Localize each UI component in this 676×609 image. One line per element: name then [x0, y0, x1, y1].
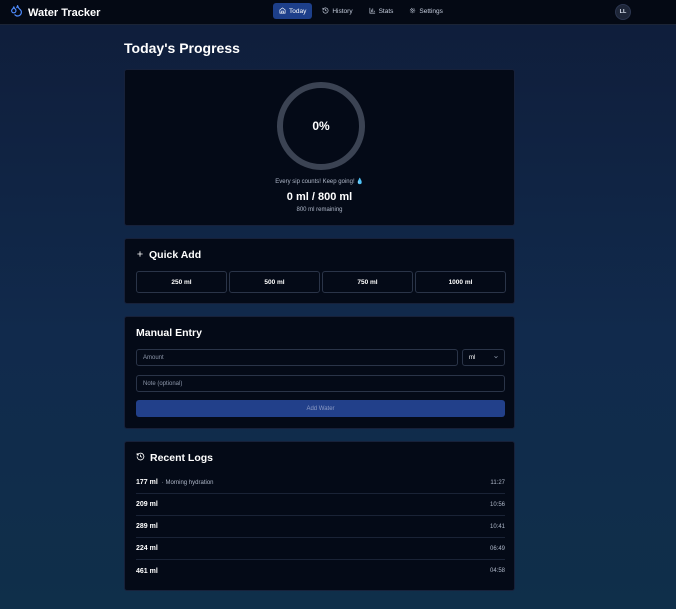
page-title: Today's Progress	[124, 40, 240, 56]
quick-add-750-button[interactable]: 750 ml	[322, 271, 413, 293]
log-time: 04:58	[489, 568, 505, 574]
droplets-icon	[10, 4, 23, 22]
chevron-down-icon	[493, 354, 499, 362]
top-navigation-bar: Water Tracker Today History Stats Settin…	[0, 0, 676, 25]
progress-card: 0% Every sip counts! Keep going! 💧 0 ml …	[124, 69, 515, 226]
log-item[interactable]: 209 ml 10:56	[136, 494, 505, 516]
log-time: 10:41	[489, 523, 505, 530]
brand[interactable]: Water Tracker	[10, 4, 100, 22]
log-amount: 177 ml	[136, 479, 158, 486]
tab-today[interactable]: Today	[273, 3, 313, 19]
log-amount: 209 ml	[136, 501, 158, 508]
plus-icon	[136, 249, 144, 261]
log-note: · Morning hydration	[161, 479, 214, 486]
log-item[interactable]: 177 ml · Morning hydration 11:27	[136, 472, 505, 494]
remaining-text: 800 ml remaining	[296, 207, 343, 213]
quick-add-1000-button[interactable]: 1000 ml	[415, 271, 506, 293]
log-amount: 461 ml	[136, 567, 158, 575]
tab-label: Stats	[378, 7, 394, 15]
manual-entry-heading: Manual Entry	[136, 327, 202, 339]
app-title: Water Tracker	[28, 7, 101, 19]
motivation-text: Every sip counts! Keep going! 💧	[275, 179, 364, 185]
progress-percent: 0%	[312, 119, 330, 133]
tab-label: Today	[289, 7, 307, 15]
unit-select[interactable]: ml	[462, 349, 505, 366]
tab-history[interactable]: History	[316, 3, 358, 19]
log-time: 06:49	[489, 545, 505, 552]
log-amount: 289 ml	[136, 523, 158, 530]
main-nav: Today History Stats Settings	[273, 3, 449, 19]
recent-logs-card: Recent Logs 177 ml · Morning hydration 1…	[124, 441, 515, 591]
recent-logs-title: Recent Logs	[150, 452, 214, 464]
manual-entry-card: Manual Entry Amount ml Note (optional) A…	[124, 316, 515, 429]
tab-settings[interactable]: Settings	[403, 3, 449, 19]
log-item[interactable]: 224 ml 06:49	[136, 538, 505, 560]
tab-label: History	[332, 7, 353, 15]
user-avatar[interactable]: LL	[615, 4, 631, 20]
log-amount: 224 ml	[136, 545, 158, 552]
quick-add-card: Quick Add 250 ml 500 ml 750 ml 1000 ml	[124, 238, 515, 304]
add-water-button[interactable]: Add Water	[136, 400, 505, 417]
quick-add-500-button[interactable]: 500 ml	[229, 271, 320, 293]
note-input[interactable]: Note (optional)	[136, 375, 505, 392]
recent-logs-heading: Recent Logs	[136, 452, 213, 464]
amount-input[interactable]: Amount	[136, 349, 458, 366]
history-icon	[322, 7, 329, 16]
home-icon	[279, 6, 286, 16]
log-item[interactable]: 289 ml 10:41	[136, 516, 505, 538]
log-item[interactable]: 461 ml 04:58	[136, 560, 505, 582]
quick-add-heading: Quick Add	[136, 249, 201, 261]
gear-icon	[409, 7, 416, 16]
unit-select-value: ml	[469, 354, 476, 361]
tab-label: Settings	[419, 7, 443, 15]
bar-chart-icon	[369, 7, 376, 16]
intake-total: 0 ml / 800 ml	[286, 191, 353, 203]
history-icon	[136, 452, 145, 464]
tab-stats[interactable]: Stats	[363, 3, 400, 19]
quick-add-250-button[interactable]: 250 ml	[136, 271, 227, 293]
log-time: 10:56	[489, 501, 505, 508]
log-time: 11:27	[490, 479, 505, 486]
quick-add-title: Quick Add	[149, 249, 202, 261]
